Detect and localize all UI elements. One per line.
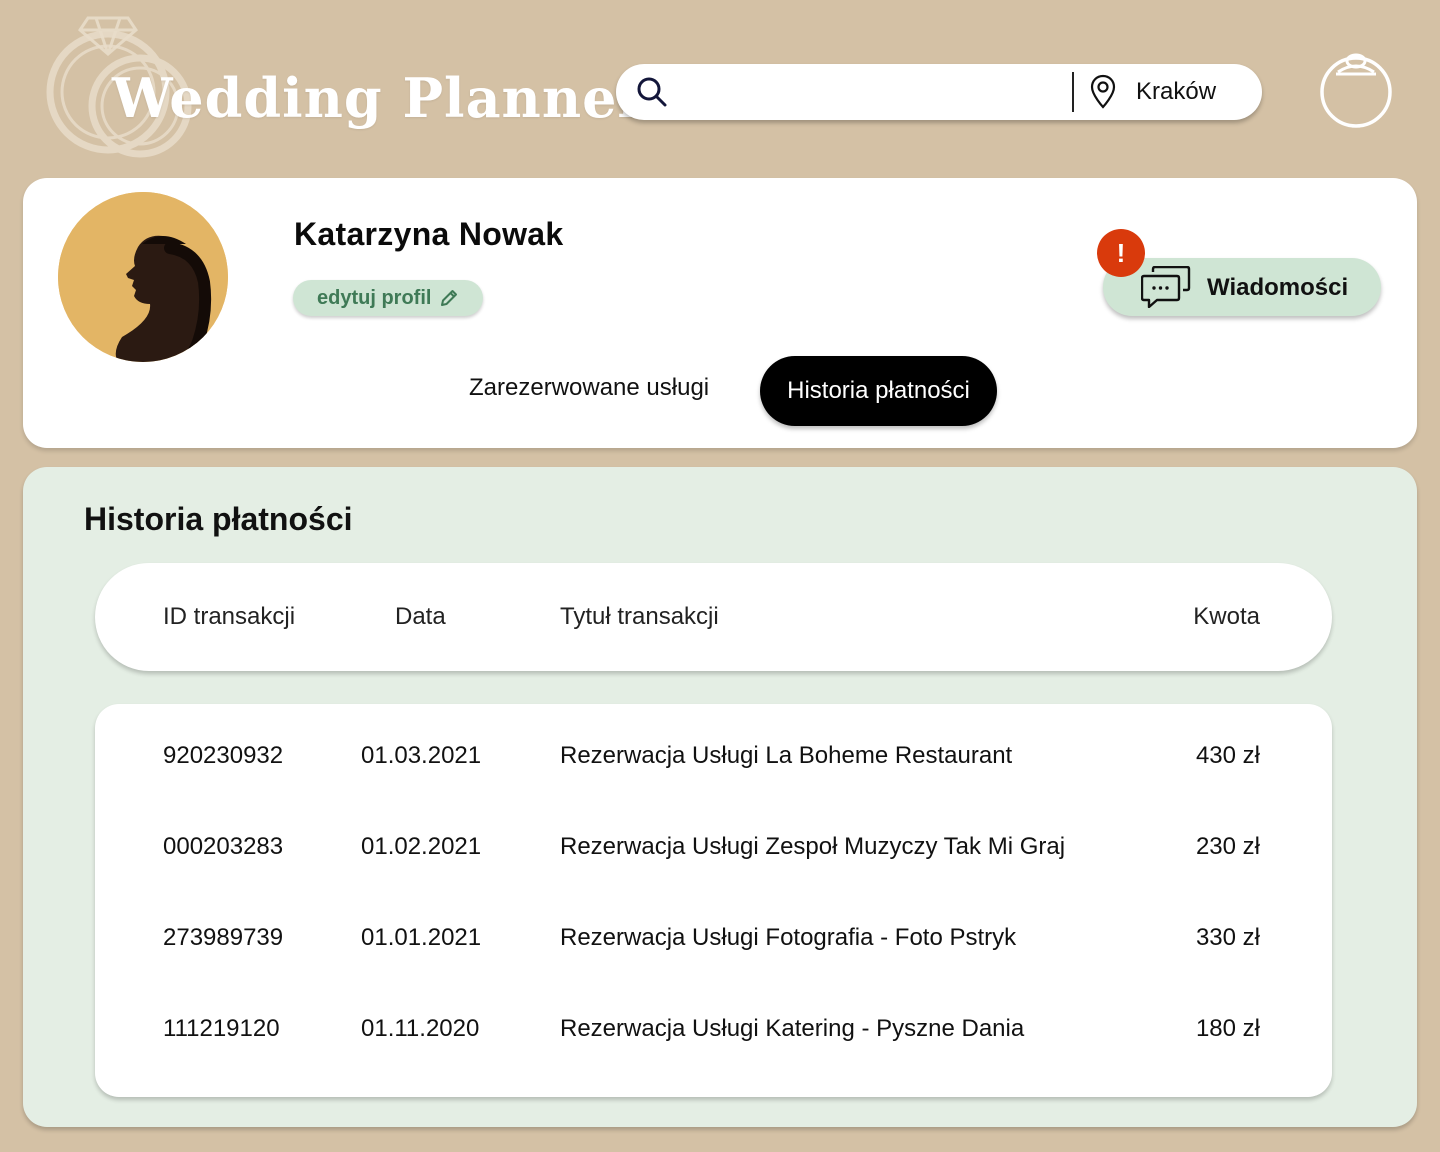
table-header: ID transakcji Data Tytuł transakcji Kwot… <box>95 563 1332 671</box>
transaction-date: 01.03.2021 <box>361 742 482 769</box>
payment-history-section: Historia płatności ID transakcji Data Ty… <box>23 467 1417 1127</box>
messages-label: Wiadomości <box>1207 274 1349 301</box>
table-row[interactable]: 273989739 01.01.2021 Rezerwacja Usługi F… <box>95 924 1332 964</box>
column-header-id: ID transakcji <box>163 603 296 630</box>
chat-bubbles-icon <box>1141 266 1191 308</box>
messages-button[interactable]: Wiadomości <box>1103 258 1381 316</box>
avatar[interactable] <box>58 192 228 362</box>
search-bar: Kraków <box>616 64 1262 120</box>
transaction-id: 111219120 <box>163 1015 280 1042</box>
transaction-date: 01.01.2021 <box>361 924 482 951</box>
brand-logo[interactable]: Wedding Planner <box>40 10 646 160</box>
transaction-title: Rezerwacja Usługi La Boheme Restaurant <box>560 742 1013 769</box>
location-selector[interactable]: Kraków <box>1136 78 1216 106</box>
transaction-date: 01.02.2021 <box>361 833 482 860</box>
edit-profile-label: edytuj profil <box>317 286 432 309</box>
tab-payment-history[interactable]: Historia płatności <box>760 356 997 426</box>
table-body: 920230932 01.03.2021 Rezerwacja Usługi L… <box>95 704 1332 1097</box>
ring-box-icon[interactable] <box>1318 48 1394 130</box>
profile-name: Katarzyna Nowak <box>294 216 564 252</box>
transaction-title: Rezerwacja Usługi Fotografia - Foto Pstr… <box>560 924 1017 951</box>
transaction-id: 920230932 <box>163 742 284 769</box>
pencil-icon <box>441 290 458 306</box>
column-header-amount: Kwota <box>1193 603 1260 630</box>
tab-reserved-services[interactable]: Zarezerwowane usługi <box>469 374 709 402</box>
transaction-amount: 180 zł <box>1195 1015 1260 1042</box>
transaction-amount: 230 zł <box>1195 833 1260 860</box>
profile-photo <box>58 192 228 362</box>
notification-badge[interactable]: ! <box>1097 229 1145 277</box>
table-row[interactable]: 000203283 01.02.2021 Rezerwacja Usługi Z… <box>95 833 1332 873</box>
column-header-title: Tytuł transakcji <box>560 603 719 630</box>
search-input[interactable] <box>686 74 1056 110</box>
transaction-amount: 430 zł <box>1195 742 1260 769</box>
table-row[interactable]: 111219120 01.11.2020 Rezerwacja Usługi K… <box>95 1015 1332 1055</box>
table-row[interactable]: 920230932 01.03.2021 Rezerwacja Usługi L… <box>95 742 1332 782</box>
transaction-id: 000203283 <box>163 833 284 860</box>
column-header-date: Data <box>395 603 446 630</box>
search-divider <box>1072 72 1074 112</box>
transaction-title: Rezerwacja Usługi Zespoł Muzyczy Tak Mi … <box>560 833 1066 860</box>
transaction-amount: 330 zł <box>1195 924 1260 951</box>
map-pin-icon <box>1090 74 1116 109</box>
edit-profile-button[interactable]: edytuj profil <box>293 280 483 316</box>
transaction-date: 01.11.2020 <box>361 1015 480 1042</box>
section-title: Historia płatności <box>84 501 353 537</box>
search-icon[interactable] <box>636 76 668 108</box>
transaction-id: 273989739 <box>163 924 284 951</box>
brand-name: Wedding Planner <box>112 66 647 130</box>
transaction-title: Rezerwacja Usługi Katering - Pyszne Dani… <box>560 1015 1025 1042</box>
profile-card: Katarzyna Nowak edytuj profil Wiadomości… <box>23 178 1417 448</box>
